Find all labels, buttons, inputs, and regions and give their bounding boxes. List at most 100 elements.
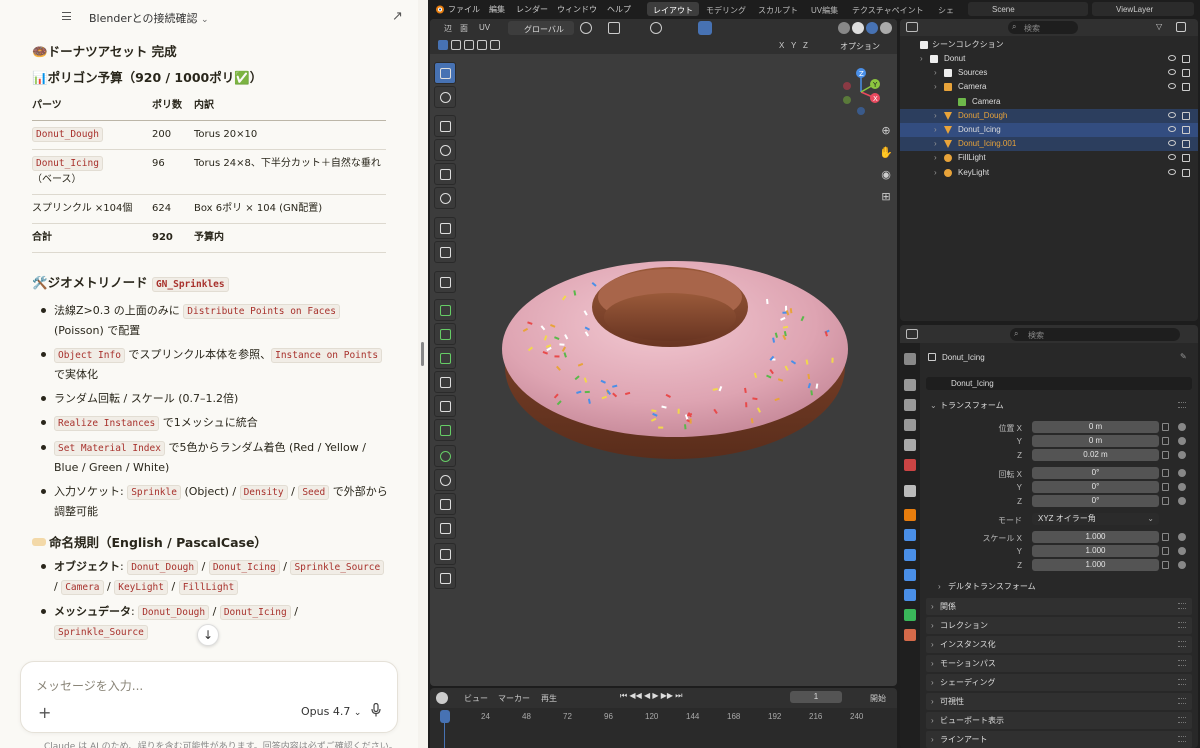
mirror-axis-y[interactable]: Y	[791, 41, 796, 50]
tool-tab-icon[interactable]	[904, 353, 916, 365]
keyframe-dot-icon[interactable]	[1178, 547, 1186, 555]
uv-menu[interactable]: UV	[479, 23, 490, 32]
pivot-icon[interactable]	[580, 22, 592, 34]
rendered-shading-icon[interactable]	[880, 22, 892, 34]
shear-tool[interactable]	[434, 543, 456, 565]
outliner-row[interactable]: › KeyLight	[900, 166, 1198, 180]
keyframe-dot-icon[interactable]	[1178, 497, 1186, 505]
transform-panel-header[interactable]: ⌄ トランスフォーム	[926, 397, 1192, 414]
outliner-row[interactable]: › Donut	[900, 52, 1198, 66]
constraints-tab-icon[interactable]	[904, 589, 916, 601]
camera-view-icon[interactable]: ◉	[878, 168, 894, 184]
collection-tab-icon[interactable]	[904, 485, 916, 497]
lock-icon[interactable]	[1162, 437, 1169, 445]
snap-icon[interactable]	[608, 22, 620, 34]
output-tab-icon[interactable]	[904, 399, 916, 411]
camera-render-icon[interactable]	[1182, 111, 1190, 120]
timeline-ruler[interactable]: 124487296120144168192216240	[430, 708, 897, 748]
solid-shading-icon[interactable]	[852, 22, 864, 34]
3d-viewport[interactable]: 辺 面 UV グローバル X Y Z オプション X Z Y ⊕ ✋ ◉ ⊞	[430, 19, 897, 686]
chevron-right-icon[interactable]: ›	[934, 166, 937, 180]
select-box-tool[interactable]	[434, 62, 456, 84]
panel-divider[interactable]	[418, 0, 428, 748]
proportional-edit-icon[interactable]	[650, 22, 662, 34]
scene-selector[interactable]: Scene	[968, 2, 1088, 16]
data-tab-icon[interactable]	[904, 609, 916, 621]
numeric-field[interactable]: 0°	[1032, 481, 1159, 493]
timeline[interactable]: ビュー マーカー 再生 ⏮ ◀◀ ◀ ▶ ▶▶ ⏭ 1 開始 124487296…	[430, 688, 897, 748]
numeric-field[interactable]: 0°	[1032, 467, 1159, 479]
inset-tool[interactable]	[434, 323, 456, 345]
outliner-row[interactable]: › Sources	[900, 66, 1198, 80]
camera-render-icon[interactable]	[1182, 140, 1190, 149]
chevron-right-icon[interactable]: ›	[934, 66, 937, 80]
outliner-row[interactable]: › FillLight	[900, 151, 1198, 165]
playback-menu[interactable]: 再生	[541, 693, 557, 704]
sidebar-menu-icon[interactable]	[62, 12, 71, 20]
resize-handle[interactable]	[421, 342, 424, 366]
view-layer-selector[interactable]: ViewLayer	[1092, 2, 1194, 16]
keyframe-dot-icon[interactable]	[1178, 437, 1186, 445]
lock-icon[interactable]	[1162, 533, 1169, 541]
options-menu[interactable]: オプション	[840, 41, 880, 52]
outliner-editor-icon[interactable]	[906, 22, 918, 32]
poly-build-tool[interactable]	[434, 419, 456, 441]
properties-panel-header[interactable]: コレクション	[926, 617, 1192, 634]
numeric-field[interactable]: 0.02 m	[1032, 449, 1159, 461]
lock-icon[interactable]	[1162, 423, 1169, 431]
current-frame-field[interactable]: 1	[790, 691, 842, 703]
eye-icon[interactable]	[1168, 154, 1176, 161]
pan-hand-icon[interactable]: ✋	[878, 146, 894, 162]
keyframe-dot-icon[interactable]	[1178, 533, 1186, 541]
outliner-search-input[interactable]: ⌕ 検索	[1008, 21, 1078, 34]
filter-icon[interactable]: ▽	[1156, 22, 1166, 32]
eye-icon[interactable]	[1168, 83, 1176, 90]
properties-panel-header[interactable]: 関係	[926, 598, 1192, 615]
spin-tool[interactable]	[434, 445, 456, 467]
model-selector[interactable]: Opus 4.7 ⌄	[301, 705, 361, 718]
playback-controls[interactable]: ⏮ ◀◀ ◀ ▶ ▶▶ ⏭	[620, 691, 700, 703]
edge-slide-tool[interactable]	[434, 493, 456, 515]
camera-render-icon[interactable]	[1182, 154, 1190, 163]
lock-icon[interactable]	[1162, 497, 1169, 505]
smooth-tool[interactable]	[434, 469, 456, 491]
zoom-icon[interactable]: ⊕	[878, 124, 894, 140]
annotate-tool[interactable]	[434, 217, 456, 239]
eye-icon[interactable]	[1168, 126, 1176, 132]
properties-search-input[interactable]: ⌕ 検索	[1010, 328, 1180, 341]
menu-edit[interactable]: 編集	[489, 4, 505, 15]
donut-model[interactable]	[500, 249, 850, 464]
scene-collection-row[interactable]: シーンコレクション	[900, 38, 1198, 52]
eye-icon[interactable]	[1168, 111, 1176, 118]
outliner-row[interactable]: › Camera	[900, 80, 1198, 94]
bevel-tool[interactable]	[434, 347, 456, 369]
microphone-icon[interactable]	[371, 703, 381, 717]
add-attachment-icon[interactable]: +	[38, 703, 51, 722]
timeline-menu-marker[interactable]: マーカー	[498, 693, 530, 704]
conversation-title[interactable]: Blenderとの接続確認 ⌄	[89, 10, 209, 26]
lock-icon[interactable]	[1162, 547, 1169, 555]
numeric-field[interactable]: 1.000	[1032, 531, 1159, 543]
camera-render-icon[interactable]	[1182, 168, 1190, 177]
perspective-grid-icon[interactable]: ⊞	[878, 190, 894, 206]
numeric-field[interactable]: 1.000	[1032, 559, 1159, 571]
particles-tab-icon[interactable]	[904, 549, 916, 561]
properties-panel-header[interactable]: ビューポート表示	[926, 712, 1192, 729]
properties-panel-header[interactable]: シェーディング	[926, 674, 1192, 691]
tab-texture-paint[interactable]: テクスチャペイント	[846, 2, 930, 16]
timeline-menu-view[interactable]: ビュー	[464, 693, 488, 704]
lock-icon[interactable]	[1162, 469, 1169, 477]
rotation-mode-dropdown[interactable]: XYZ オイラー角 ⌄	[1032, 513, 1159, 525]
lock-icon[interactable]	[1162, 451, 1169, 459]
shrink-fatten-tool[interactable]	[434, 517, 456, 539]
outliner-row[interactable]: › Donut_Icing	[900, 123, 1198, 137]
eye-icon[interactable]	[1168, 140, 1176, 147]
world-tab-icon[interactable]	[904, 459, 916, 471]
measure-tool[interactable]	[434, 241, 456, 263]
wireframe-shading-icon[interactable]	[838, 22, 850, 34]
keyframe-dot-icon[interactable]	[1178, 423, 1186, 431]
lock-icon[interactable]	[1162, 483, 1169, 491]
tab-uv-editing[interactable]: UV編集	[805, 2, 844, 16]
properties-panel-header[interactable]: ラインアート	[926, 731, 1192, 748]
numeric-field[interactable]: 1.000	[1032, 545, 1159, 557]
